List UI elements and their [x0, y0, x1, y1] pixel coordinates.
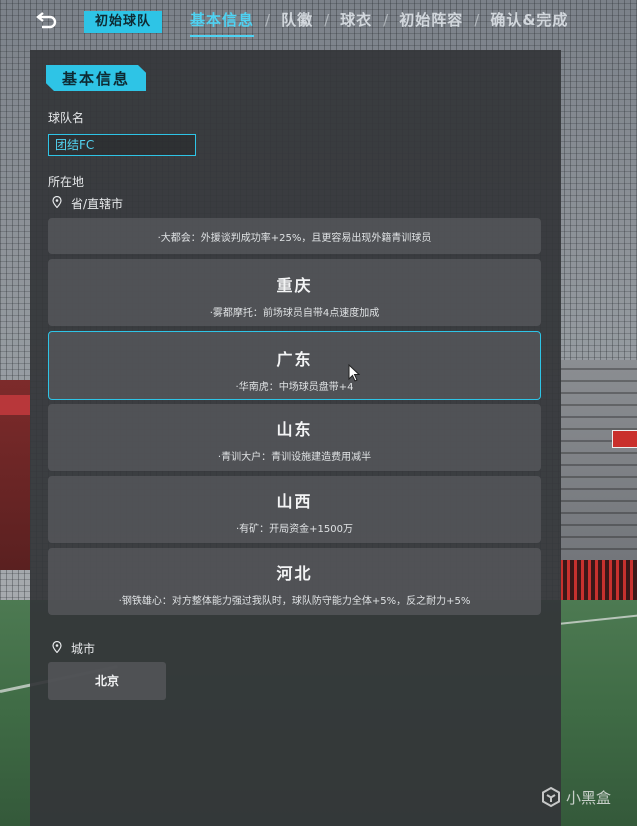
mouse-cursor-icon [348, 364, 360, 382]
step-separator: / [324, 10, 330, 29]
left-red-band [0, 395, 30, 415]
top-navigation: 初始球队 基本信息 / 队徽 / 球衣 / 初始阵容 / 确认&完成 [0, 0, 637, 44]
province-label: 省/直辖市 [71, 197, 124, 211]
province-desc: ·雾都摩托：前场球员自带4点速度加成 [209, 308, 380, 319]
city-option-beijing[interactable]: 北京 [48, 662, 166, 700]
tab-jersey[interactable]: 球衣 [340, 9, 372, 30]
province-option-metropolis[interactable]: ·大都会：外援谈判成功率+25%，且更容易出现外籍青训球员 [48, 218, 541, 254]
province-name: 重庆 [276, 276, 313, 295]
panel-title-badge: 基本信息 [46, 65, 146, 91]
watermark: 小黑盒 [540, 786, 611, 808]
province-option-shanxi[interactable]: 山西 ·有矿：开局资金+1500万 [48, 476, 541, 543]
basic-info-panel: 基本信息 球队名 团结FC 所在地 省/直辖市 ·大都会：外援谈判成功率+25%… [30, 50, 561, 826]
province-name: 山西 [276, 492, 313, 511]
location-pin-icon [52, 641, 62, 653]
tab-team-badge[interactable]: 队徽 [281, 9, 313, 30]
province-option-guangdong[interactable]: 广东 ·华南虎：中场球员盘带+4 [48, 331, 541, 400]
team-name-input[interactable]: 团结FC [48, 134, 196, 156]
initial-team-tag: 初始球队 [84, 11, 162, 33]
heybox-logo-icon [542, 786, 560, 808]
province-desc: ·有矿：开局资金+1500万 [235, 524, 353, 535]
province-desc: ·青训大户：青训设施建造费用减半 [217, 452, 372, 463]
location-pin-icon [52, 196, 62, 208]
province-desc: ·大都会：外援谈判成功率+25%，且更容易出现外籍青训球员 [157, 233, 432, 244]
province-option-shandong[interactable]: 山东 ·青训大户：青训设施建造费用减半 [48, 404, 541, 471]
tab-initial-lineup[interactable]: 初始阵容 [399, 9, 463, 30]
step-separator: / [265, 10, 271, 29]
province-option-chongqing[interactable]: 重庆 ·雾都摩托：前场球员自带4点速度加成 [48, 259, 541, 326]
province-desc: ·钢铁雄心：对方整体能力强过我队时，球队防守能力全体+5%，反之耐力+5% [118, 596, 471, 607]
tab-confirm[interactable]: 确认&完成 [490, 9, 568, 30]
step-separator: / [474, 10, 480, 29]
province-option-hebei[interactable]: 河北 ·钢铁雄心：对方整体能力强过我队时，球队防守能力全体+5%，反之耐力+5% [48, 548, 541, 615]
city-label: 城市 [71, 642, 96, 656]
step-tabs: 基本信息 / 队徽 / 球衣 / 初始阵容 / 确认&完成 [190, 9, 568, 37]
province-name: 广东 [276, 350, 313, 369]
step-separator: / [383, 10, 389, 29]
tab-basic-info[interactable]: 基本信息 [190, 9, 255, 37]
location-label: 所在地 [48, 175, 85, 189]
back-icon[interactable] [34, 12, 58, 32]
stadium-banner [612, 430, 637, 448]
province-name: 山东 [276, 420, 313, 439]
panel-title: 基本信息 [61, 69, 130, 88]
team-name-label: 球队名 [48, 111, 85, 125]
province-desc: ·华南虎：中场球员盘带+4 [235, 382, 354, 393]
province-name: 河北 [276, 564, 313, 583]
watermark-text: 小黑盒 [566, 788, 612, 807]
